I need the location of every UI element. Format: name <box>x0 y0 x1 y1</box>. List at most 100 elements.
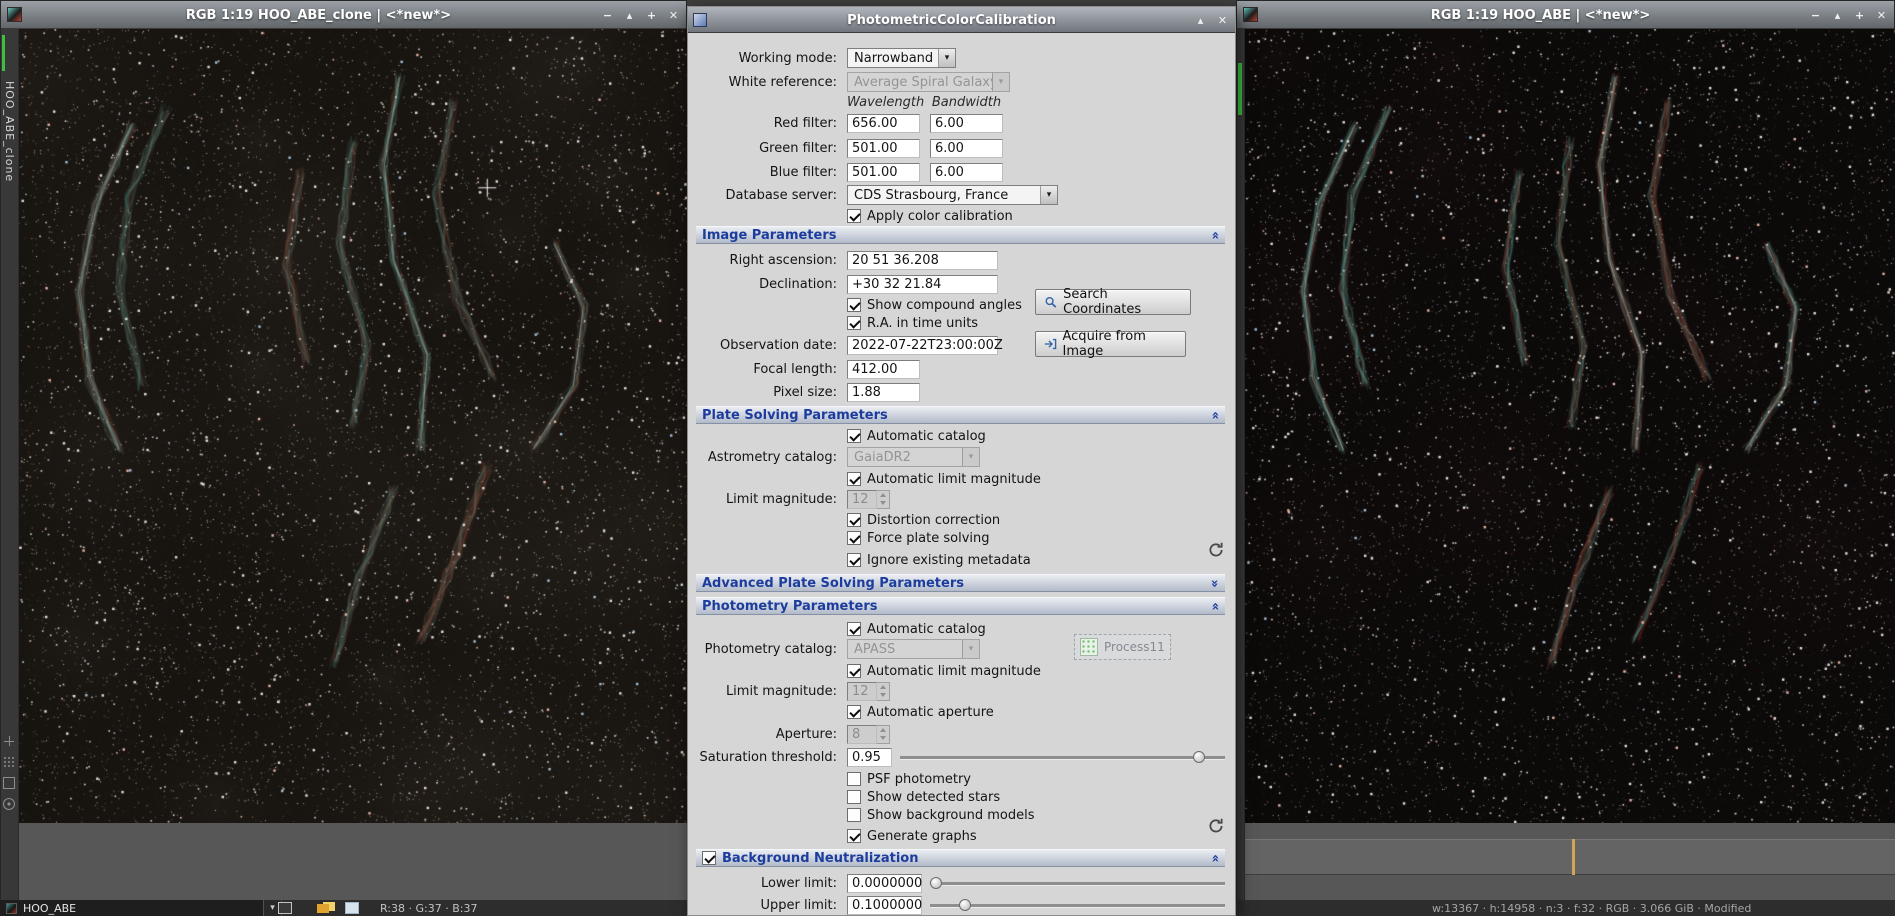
zoom-icon[interactable]: + <box>644 8 659 23</box>
dropdown-arrow-icon[interactable]: ▾ <box>1040 186 1057 204</box>
section-photometry-parameters[interactable]: Photometry Parameters « <box>696 597 1225 615</box>
ph-automatic-limit-magnitude-label: Automatic limit magnitude <box>867 664 1041 679</box>
reset-plate-solving-icon[interactable] <box>1207 541 1227 561</box>
generate-graphs-checkbox[interactable] <box>847 829 861 843</box>
declination-field[interactable]: +30 32 21.84 <box>847 275 998 294</box>
green-wavelength-field[interactable]: 501.00 <box>847 139 920 158</box>
ra-time-units-label: R.A. in time units <box>867 316 978 331</box>
close-icon[interactable]: ✕ <box>1874 8 1889 23</box>
right-ascension-field[interactable]: 20 51 36.208 <box>847 251 998 270</box>
section-image-parameters[interactable]: Image Parameters « <box>696 226 1225 244</box>
saturation-threshold-slider[interactable] <box>900 749 1225 765</box>
spin-arrows-icon <box>877 682 890 701</box>
frame-icon[interactable] <box>3 777 15 789</box>
slider-thumb[interactable] <box>959 899 971 911</box>
section-background-neutralization[interactable]: Background Neutralization « <box>696 849 1225 867</box>
distortion-correction-checkbox[interactable] <box>847 513 861 527</box>
close-icon[interactable]: ✕ <box>666 8 681 23</box>
left-image-view[interactable] <box>19 29 688 823</box>
shade-icon[interactable]: ▴ <box>1830 8 1845 23</box>
close-icon[interactable]: ✕ <box>1215 13 1230 28</box>
show-background-models-checkbox[interactable] <box>847 808 861 822</box>
collapse-icon[interactable]: « <box>1208 411 1221 419</box>
collapse-icon[interactable]: « <box>1208 854 1221 862</box>
show-detected-stars-label: Show detected stars <box>867 790 1000 805</box>
pixel-size-field[interactable]: 1.88 <box>847 383 920 402</box>
green-bandwidth-field[interactable]: 6.00 <box>930 139 1003 158</box>
process-icon-ghost: Process11 <box>1074 634 1171 660</box>
collapse-icon[interactable]: « <box>1208 231 1221 239</box>
observation-date-field[interactable]: 2022-07-22T23:00:00Z <box>847 336 998 355</box>
screen-mode-icon[interactable] <box>278 902 292 914</box>
left-window-titlebar[interactable]: RGB 1:19 HOO_ABE_clone | <*new*> − ▴ + ✕ <box>1 1 686 29</box>
upper-limit-label: Upper limit: <box>696 898 843 913</box>
iconized-window-button[interactable]: HOO_ABE <box>0 900 264 916</box>
right-image-view[interactable] <box>1245 29 1895 823</box>
image-window-clone: RGB 1:19 HOO_ABE_clone | <*new*> − ▴ + ✕… <box>0 0 687 900</box>
force-plate-solving-checkbox[interactable] <box>847 531 861 545</box>
navigation-strip[interactable] <box>1245 839 1895 875</box>
working-mode-select[interactable]: Narrowband ▾ <box>847 48 956 68</box>
spin-arrows-icon <box>877 725 890 744</box>
reset-photometry-icon[interactable] <box>1207 817 1227 837</box>
crosshair-icon[interactable] <box>3 735 15 747</box>
section-advanced-plate-solving[interactable]: Advanced Plate Solving Parameters « <box>696 574 1225 592</box>
lower-limit-slider[interactable] <box>930 875 1225 891</box>
view-tab-label[interactable]: HOO_ABE_clone <box>3 81 16 182</box>
slider-thumb[interactable] <box>930 877 942 889</box>
automatic-aperture-checkbox[interactable] <box>847 705 861 719</box>
red-wavelength-field[interactable]: 656.00 <box>847 114 920 133</box>
show-compound-angles-label: Show compound angles <box>867 298 1022 313</box>
workspace-folders-icon[interactable] <box>317 902 336 914</box>
grid-icon[interactable] <box>3 756 15 768</box>
mask-icon[interactable] <box>345 902 359 914</box>
acquire-from-image-button[interactable]: Acquire from Image <box>1035 331 1186 357</box>
apply-color-calibration-checkbox[interactable] <box>847 209 861 223</box>
shade-icon[interactable]: ▴ <box>622 8 637 23</box>
saturation-threshold-field[interactable]: 0.95 <box>847 748 892 767</box>
upper-limit-field[interactable]: 0.1000000 <box>847 896 922 915</box>
search-icon <box>1044 295 1057 309</box>
apply-color-calibration-label: Apply color calibration <box>867 209 1013 224</box>
ph-limit-magnitude-label: Limit magnitude: <box>696 684 843 699</box>
slider-thumb[interactable] <box>1193 751 1205 763</box>
search-coordinates-button[interactable]: Search Coordinates <box>1035 289 1191 315</box>
show-compound-angles-checkbox[interactable] <box>847 298 861 312</box>
blue-bandwidth-field[interactable]: 6.00 <box>930 163 1003 182</box>
image-window-icon <box>7 7 22 22</box>
pixinsight-workspace: RGB 1:19 HOO_ABE_clone | <*new*> − ▴ + ✕… <box>0 0 1895 916</box>
show-detected-stars-checkbox[interactable] <box>847 790 861 804</box>
navigation-position-marker[interactable] <box>1572 839 1575 875</box>
background-neutralization-checkbox[interactable] <box>702 851 716 865</box>
target-icon[interactable] <box>3 798 15 810</box>
dropdown-arrow-icon[interactable]: ▾ <box>938 49 955 67</box>
red-bandwidth-field[interactable]: 6.00 <box>930 114 1003 133</box>
lower-limit-field[interactable]: 0.0000000 <box>847 874 922 893</box>
iconize-icon[interactable]: − <box>1808 8 1823 23</box>
shade-icon[interactable]: ▴ <box>1193 13 1208 28</box>
iconize-icon[interactable]: − <box>600 8 615 23</box>
dialog-titlebar[interactable]: PhotometricColorCalibration ▴ ✕ <box>688 7 1235 33</box>
expand-icon[interactable]: « <box>1208 579 1221 587</box>
generate-graphs-label: Generate graphs <box>867 829 977 844</box>
distortion-correction-label: Distortion correction <box>867 513 1000 528</box>
ph-automatic-limit-magnitude-checkbox[interactable] <box>847 664 861 678</box>
section-plate-solving-parameters[interactable]: Plate Solving Parameters « <box>696 406 1225 424</box>
zoom-icon[interactable]: + <box>1852 8 1867 23</box>
database-server-select[interactable]: CDS Strasbourg, France ▾ <box>847 185 1058 205</box>
psf-photometry-checkbox[interactable] <box>847 772 861 786</box>
right-window-titlebar[interactable]: RGB 1:19 HOO_ABE | <*new*> − ▴ + ✕ <box>1237 1 1894 29</box>
ignore-existing-metadata-checkbox[interactable] <box>847 553 861 567</box>
blue-filter-label: Blue filter: <box>696 165 843 180</box>
ps-automatic-catalog-checkbox[interactable] <box>847 429 861 443</box>
aperture-label: Aperture: <box>696 727 843 742</box>
psf-photometry-label: PSF photometry <box>867 772 971 787</box>
ph-automatic-catalog-checkbox[interactable] <box>847 622 861 636</box>
upper-limit-slider[interactable] <box>930 897 1225 913</box>
collapse-icon[interactable]: « <box>1208 602 1221 610</box>
ra-time-units-checkbox[interactable] <box>847 316 861 330</box>
photometric-color-calibration-dialog: PhotometricColorCalibration ▴ ✕ Working … <box>687 6 1236 916</box>
ps-automatic-limit-magnitude-checkbox[interactable] <box>847 472 861 486</box>
blue-wavelength-field[interactable]: 501.00 <box>847 163 920 182</box>
focal-length-field[interactable]: 412.00 <box>847 360 920 379</box>
